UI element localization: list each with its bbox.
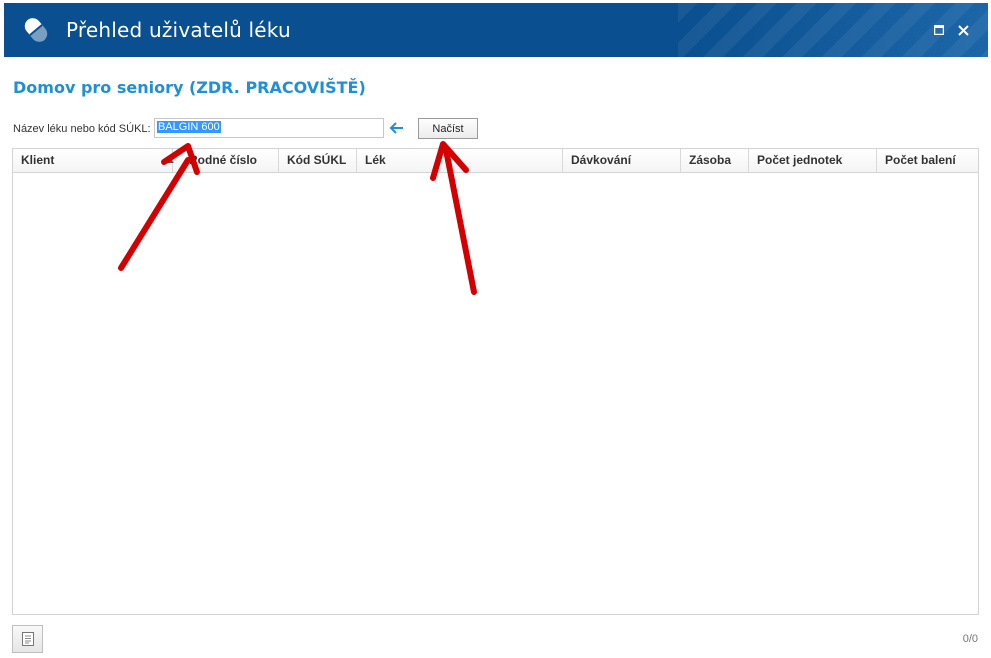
sort-ascending-icon: [166, 158, 174, 163]
column-header-pocet-jednotek[interactable]: Počet jednotek: [749, 149, 877, 173]
load-button[interactable]: Načíst: [418, 118, 478, 139]
column-header-lek[interactable]: Lék: [357, 149, 563, 173]
maximize-icon: [934, 25, 944, 35]
arrow-left-icon[interactable]: [388, 121, 404, 135]
report-button[interactable]: [12, 625, 43, 653]
document-icon: [21, 632, 34, 646]
search-label: Název léku nebo kód SÚKL:: [13, 123, 151, 135]
column-header-kod-sukl[interactable]: Kód SÚKL: [279, 149, 357, 173]
column-header-davkovani[interactable]: Dávkování: [563, 149, 681, 173]
close-icon: [957, 24, 969, 36]
column-header-zasoba[interactable]: Zásoba: [681, 149, 749, 173]
column-header-klient[interactable]: Klient: [13, 149, 173, 173]
column-header-rodne-cislo[interactable]: Rodné číslo: [181, 149, 279, 173]
search-input[interactable]: BALGIN 600: [154, 118, 384, 138]
title-bar: Přehled uživatelů léku: [4, 3, 988, 57]
column-header-pocet-baleni[interactable]: Počet balení: [877, 149, 978, 173]
window-title: Přehled uživatelů léku: [66, 18, 291, 42]
pill-icon: [24, 18, 50, 45]
pager-count: 0/0: [962, 633, 978, 645]
users-grid[interactable]: Klient Rodné číslo Kód SÚKL Lék Dávkován…: [12, 148, 979, 615]
search-input-value: BALGIN 600: [157, 121, 221, 133]
section-title: Domov pro seniory (ZDR. PRACOVIŠTĚ): [13, 78, 366, 97]
maximize-button[interactable]: [930, 21, 948, 39]
close-button[interactable]: [954, 21, 972, 39]
grid-header: Klient Rodné číslo Kód SÚKL Lék Dávkován…: [13, 149, 978, 173]
